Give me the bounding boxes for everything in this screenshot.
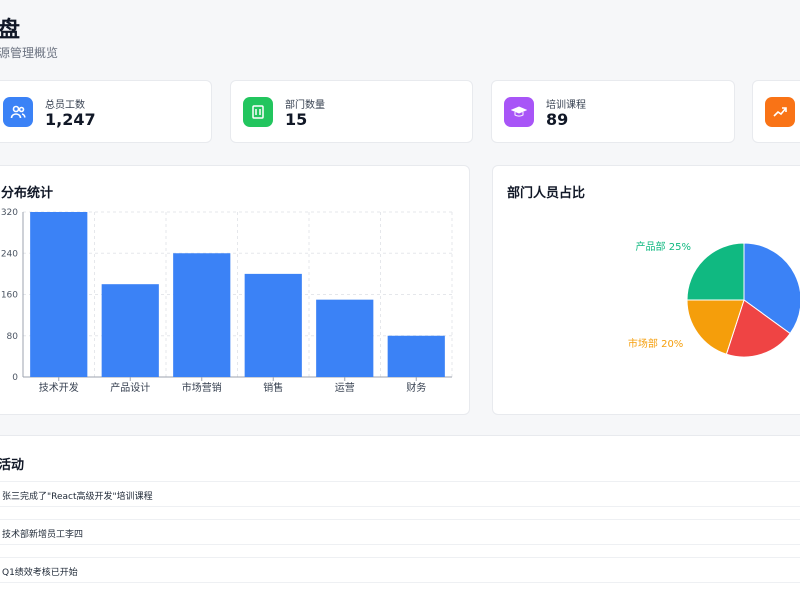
building-icon	[243, 97, 273, 127]
x-tick-label: 技术开发	[39, 381, 79, 394]
bar	[30, 212, 88, 377]
graduation-cap-icon	[504, 97, 534, 127]
x-tick-label: 产品设计	[110, 381, 150, 394]
activity-title: 活动	[0, 458, 25, 473]
bar	[244, 273, 302, 377]
activity-text: 技术部新增员工李四	[2, 530, 84, 540]
activity-item[interactable]: 张三完成了"React高级开发"培训课程	[0, 481, 800, 507]
stat-card-employees: 总员工数 1,247	[0, 80, 212, 143]
pie-chart-title: 部门人员占比	[507, 186, 586, 201]
page-subtitle: 源管理概览	[0, 46, 59, 60]
y-tick-label: 160	[1, 291, 18, 301]
bar-chart: 0 80 160 240 320 技术开发 产品设计 市场营销 销售 运营 财务	[1, 208, 453, 394]
activity-text: 张三完成了"React高级开发"培训课程	[2, 492, 153, 502]
stat-value: 15	[285, 110, 308, 129]
activity-item[interactable]: Q1绩效考核已开始	[0, 557, 800, 583]
bar	[316, 299, 374, 377]
x-tick-label: 市场营销	[182, 381, 222, 394]
stat-card-trend	[752, 80, 800, 143]
pie-label: 市场部 20%	[628, 337, 683, 350]
pie-chart: 技术部市场部 20%产品部 25%	[628, 240, 800, 358]
pie-label: 产品部 25%	[636, 240, 691, 253]
stat-value: 1,247	[45, 110, 96, 129]
y-tick-label: 240	[1, 249, 18, 259]
stat-card-courses: 培训课程 89	[491, 80, 735, 143]
bar	[173, 253, 231, 377]
y-tick-label: 320	[1, 208, 18, 218]
y-tick-label: 80	[7, 332, 19, 342]
trending-up-icon	[765, 97, 795, 127]
y-tick-label: 0	[12, 373, 18, 383]
activity-item[interactable]: 技术部新增员工李四	[0, 519, 800, 545]
x-tick-label: 运营	[335, 381, 355, 394]
activity-text: Q1绩效考核已开始	[2, 568, 78, 578]
stat-label: 培训课程	[546, 100, 586, 111]
x-tick-label: 销售	[263, 381, 283, 394]
bar	[101, 284, 159, 377]
bar	[387, 335, 445, 377]
stat-label: 总员工数	[45, 100, 85, 111]
x-tick-label: 财务	[406, 381, 426, 394]
users-icon	[3, 97, 33, 127]
stat-label: 部门数量	[285, 100, 325, 111]
bar-chart-title: 分布统计	[1, 186, 54, 201]
stat-value: 89	[546, 110, 569, 129]
page-title: 盘	[0, 18, 22, 43]
stat-card-departments: 部门数量 15	[230, 80, 473, 143]
pie-slice	[686, 242, 745, 301]
